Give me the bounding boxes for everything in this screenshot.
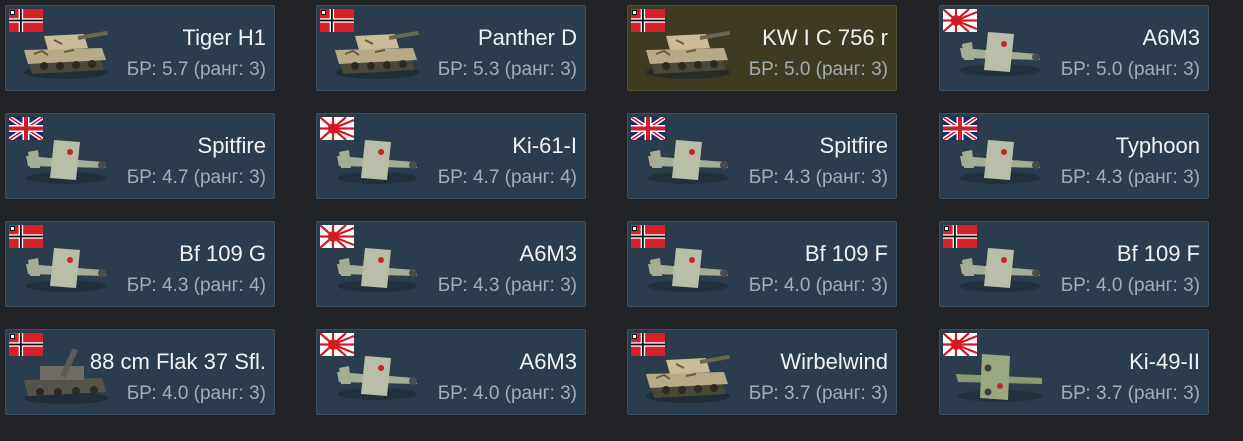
battle-rating: БР: 4.0 (ранг: 3) (126, 383, 266, 404)
vehicle-name: Typhoon (1115, 133, 1200, 158)
vehicle-card[interactable]: A6M3 БР: 4.0 (ранг: 3) (316, 329, 586, 415)
vehicle-card[interactable]: Bf 109 F БР: 4.0 (ранг: 3) (939, 221, 1209, 307)
vehicle-name: Panther D (477, 25, 577, 50)
vehicle-card[interactable]: 88 cm Flak 37 Sfl. БР: 4.0 (ранг: 3) (5, 329, 275, 415)
vehicle-card[interactable]: A6M3 БР: 4.3 (ранг: 3) (316, 221, 586, 307)
vehicle-name: Bf 109 G (179, 241, 266, 266)
vehicle-name: Spitfire (197, 133, 266, 158)
vehicle-name: Ki-61-I (512, 133, 577, 158)
battle-rating: БР: 4.0 (ранг: 3) (437, 383, 577, 404)
battle-rating: БР: 4.3 (ранг: 3) (748, 167, 888, 188)
germany-flag-icon (631, 9, 665, 32)
germany-flag-icon (9, 225, 43, 248)
vehicle-card[interactable]: KW I C 756 r БР: 5.0 (ранг: 3) (627, 5, 897, 91)
battle-rating: БР: 4.3 (ранг: 3) (1060, 167, 1200, 188)
uk-flag-icon (631, 117, 665, 140)
vehicle-card[interactable]: Spitfire БР: 4.3 (ранг: 3) (627, 113, 897, 199)
battle-rating: БР: 4.0 (ранг: 3) (748, 275, 888, 296)
vehicle-card[interactable]: Panther D БР: 5.3 (ранг: 3) (316, 5, 586, 91)
battle-rating: БР: 5.0 (ранг: 3) (1060, 59, 1200, 80)
battle-rating: БР: 4.3 (ранг: 3) (437, 275, 577, 296)
germany-flag-icon (631, 333, 665, 356)
germany-flag-icon (9, 9, 43, 32)
japan-flag-icon (943, 333, 977, 356)
vehicle-name: Ki-49-II (1129, 349, 1200, 374)
japan-flag-icon (320, 333, 354, 356)
vehicle-card[interactable]: Bf 109 G БР: 4.3 (ранг: 4) (5, 221, 275, 307)
vehicle-card[interactable]: A6M3 БР: 5.0 (ранг: 3) (939, 5, 1209, 91)
germany-flag-icon (631, 225, 665, 248)
vehicle-name: Tiger H1 (182, 25, 266, 50)
battle-rating: БР: 4.7 (ранг: 3) (126, 167, 266, 188)
vehicle-name: Wirbelwind (780, 349, 888, 374)
vehicle-name: Bf 109 F (1116, 241, 1200, 266)
japan-flag-icon (320, 225, 354, 248)
vehicle-name: A6M3 (1142, 25, 1200, 50)
battle-rating: БР: 5.7 (ранг: 3) (126, 59, 266, 80)
vehicle-card[interactable]: Tiger H1 БР: 5.7 (ранг: 3) (5, 5, 275, 91)
battle-rating: БР: 5.3 (ранг: 3) (437, 59, 577, 80)
vehicle-card[interactable]: Bf 109 F БР: 4.0 (ранг: 3) (627, 221, 897, 307)
vehicle-grid: Tiger H1 БР: 5.7 (ранг: 3) Panther D БР: 5.… (0, 0, 1243, 441)
germany-flag-icon (9, 333, 43, 356)
vehicle-name: 88 cm Flak 37 Sfl. (89, 349, 266, 374)
vehicle-name: Spitfire (819, 133, 888, 158)
vehicle-card[interactable]: Typhoon БР: 4.3 (ранг: 3) (939, 113, 1209, 199)
vehicle-card[interactable]: Ki-49-II БР: 3.7 (ранг: 3) (939, 329, 1209, 415)
battle-rating: БР: 3.7 (ранг: 3) (748, 383, 888, 404)
japan-flag-icon (320, 117, 354, 140)
vehicle-name: Bf 109 F (804, 241, 888, 266)
battle-rating: БР: 3.7 (ранг: 3) (1060, 383, 1200, 404)
japan-flag-icon (943, 9, 977, 32)
vehicle-name: KW I C 756 r (762, 25, 888, 50)
vehicle-card[interactable]: Wirbelwind БР: 3.7 (ранг: 3) (627, 329, 897, 415)
germany-flag-icon (320, 9, 354, 32)
germany-flag-icon (943, 225, 977, 248)
battle-rating: БР: 4.7 (ранг: 4) (437, 167, 577, 188)
uk-flag-icon (9, 117, 43, 140)
uk-flag-icon (943, 117, 977, 140)
battle-rating: БР: 4.0 (ранг: 3) (1060, 275, 1200, 296)
battle-rating: БР: 5.0 (ранг: 3) (748, 59, 888, 80)
battle-rating: БР: 4.3 (ранг: 4) (126, 275, 266, 296)
vehicle-card[interactable]: Ki-61-I БР: 4.7 (ранг: 4) (316, 113, 586, 199)
vehicle-name: A6M3 (519, 349, 577, 374)
vehicle-name: A6M3 (519, 241, 577, 266)
vehicle-card[interactable]: Spitfire БР: 4.7 (ранг: 3) (5, 113, 275, 199)
